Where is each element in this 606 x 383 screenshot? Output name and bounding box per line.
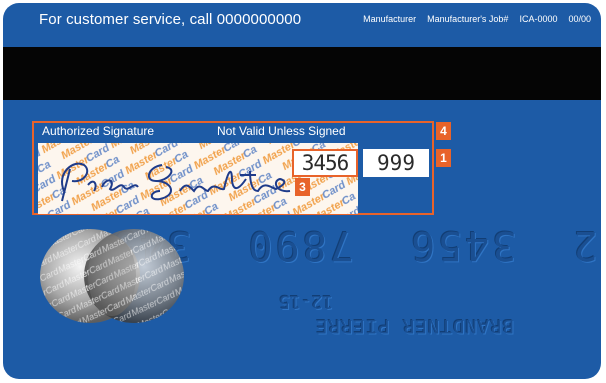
embossed-name: BRANDTNER PIERRE bbox=[315, 315, 515, 337]
manufacturer-info: Manufacturer Manufacturer's Job# ICA-000… bbox=[363, 14, 591, 24]
callout-badge-3: 3 bbox=[295, 178, 310, 196]
manufacturer-job-label: Manufacturer's Job# bbox=[427, 14, 509, 24]
callout-badge-1: 1 bbox=[436, 149, 451, 167]
manufacturer-label: Manufacturer bbox=[363, 14, 417, 24]
handwritten-signature bbox=[61, 162, 291, 202]
callout-badge-4: 4 bbox=[436, 122, 451, 140]
card-header-line: For customer service, call 0000000000 Ma… bbox=[39, 7, 591, 31]
customer-service-text: For customer service, call 0000000000 bbox=[39, 10, 302, 28]
ica-label: ICA-0000 bbox=[519, 14, 558, 24]
date-label: 00/00 bbox=[568, 14, 591, 24]
magnetic-stripe bbox=[3, 47, 601, 100]
authorized-signature-label: Authorized Signature bbox=[42, 124, 155, 138]
mastercard-hologram-logo: MasterCard bbox=[40, 229, 184, 323]
not-valid-label: Not Valid Unless Signed bbox=[217, 124, 346, 138]
cvc-box: 999 bbox=[363, 149, 429, 177]
account-digits-box: 3456 bbox=[292, 149, 358, 177]
embossed-expiry: 12-15 bbox=[279, 291, 334, 312]
